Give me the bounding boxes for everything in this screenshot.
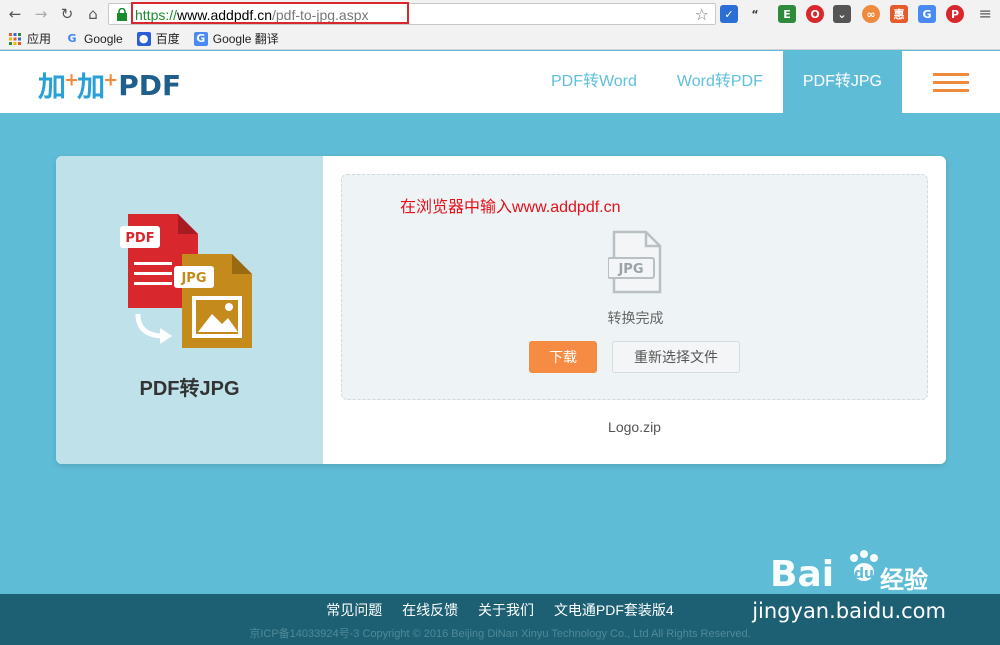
reselect-file-button[interactable]: 重新选择文件	[612, 341, 740, 373]
quote-extension-icon[interactable]: “	[746, 5, 764, 23]
apps-icon	[8, 32, 22, 46]
footer-link-suite[interactable]: 文电通PDF套装版4	[554, 602, 674, 618]
bookmark-apps[interactable]: 应用	[8, 30, 51, 47]
converter-card: PDF JPG PDF转JPG 在浏览器中输入www.addpdf.cn JPG…	[56, 156, 946, 464]
watermark-sub: 经验	[880, 566, 928, 594]
site-logo[interactable]: 加+加+ PDF	[38, 65, 181, 105]
baidu-paw-icon: ●	[136, 31, 151, 46]
bookmark-label: 应用	[27, 32, 52, 46]
reload-icon[interactable]: ↻	[56, 3, 78, 25]
bookmarks-bar: 应用 G Google ● 百度 G Google 翻译	[0, 28, 1000, 50]
bookmark-google[interactable]: G Google	[65, 32, 123, 46]
browser-menu-icon[interactable]: ≡	[979, 4, 992, 23]
google-translate-icon: G	[193, 31, 208, 46]
google-icon: G	[67, 32, 77, 45]
site-header: 加+加+ PDF PDF转Word Word转PDF PDF转JPG	[0, 51, 1000, 113]
pdf-to-jpg-illustration-icon: PDF JPG	[120, 214, 252, 348]
converted-filename: Logo.zip	[608, 419, 661, 435]
upload-dropzone[interactable]: 在浏览器中输入www.addpdf.cn JPG 转换完成 下载 重新选择文件	[341, 174, 928, 400]
browser-toolbar: ← → ↻ ⌂ https://www.addpdf.cn/pdf-to-jpg…	[0, 0, 1000, 28]
nav-pdf-to-word[interactable]: PDF转Word	[531, 51, 657, 113]
bookmark-label: 百度	[155, 32, 180, 46]
bookmark-star-icon[interactable]: ☆	[695, 5, 709, 24]
bookmark-baidu[interactable]: ● 百度	[136, 30, 180, 47]
logo-pdf: PDF	[118, 68, 182, 102]
main-nav: PDF转Word Word转PDF PDF转JPG	[531, 51, 1000, 113]
home-icon[interactable]: ⌂	[82, 3, 104, 25]
conversion-status: 转换完成	[607, 310, 664, 326]
converter-info-panel: PDF JPG PDF转JPG	[56, 156, 323, 464]
translate-extension-icon[interactable]: G	[918, 5, 936, 23]
nav-word-to-pdf[interactable]: Word转PDF	[657, 51, 783, 113]
footer-link-faq[interactable]: 常见问题	[326, 602, 382, 618]
logo-jia: 加+加+	[38, 69, 118, 103]
hamburger-menu-icon[interactable]	[902, 51, 1000, 113]
watermark-brand: Bai	[770, 554, 834, 594]
bookmark-label: Google	[84, 31, 123, 46]
illus-jpg-label: JPG	[180, 271, 206, 286]
pinterest-extension-icon[interactable]: P	[946, 5, 964, 23]
hui-extension-icon[interactable]: 惠	[890, 5, 908, 23]
forward-icon[interactable]: →	[30, 3, 52, 25]
footer-link-about[interactable]: 关于我们	[478, 602, 534, 618]
file-icon-label: JPG	[617, 262, 643, 277]
converter-title: PDF转JPG	[139, 378, 240, 400]
annotation-text: 在浏览器中输入www.addpdf.cn	[400, 199, 621, 216]
pocket-extension-icon[interactable]: ⌄	[833, 5, 851, 23]
lock-icon	[115, 7, 129, 21]
bookmark-google-translate[interactable]: G Google 翻译	[193, 30, 279, 47]
shield-extension-icon[interactable]: ✓	[720, 5, 738, 23]
opera-extension-icon[interactable]: O	[806, 5, 824, 23]
watermark-brand2: du	[854, 566, 874, 582]
watermark-url: jingyan.baidu.com	[752, 599, 946, 623]
footer-link-feedback[interactable]: 在线反馈	[402, 602, 458, 618]
jpg-file-icon: JPG	[608, 230, 662, 294]
copyright-text: 京ICP备14033924号-3 Copyright © 2016 Beijin…	[249, 628, 751, 640]
infinity-extension-icon[interactable]: ∞	[862, 5, 880, 23]
url-highlight-box	[131, 2, 409, 24]
bookmark-label: Google 翻译	[212, 32, 279, 46]
nav-pdf-to-jpg[interactable]: PDF转JPG	[782, 51, 902, 113]
baidu-logo-icon: Bai du	[770, 550, 878, 594]
evernote-extension-icon[interactable]: E	[778, 5, 796, 23]
illus-pdf-label: PDF	[125, 231, 154, 246]
download-button[interactable]: 下载	[529, 341, 597, 373]
back-icon[interactable]: ←	[4, 3, 26, 25]
